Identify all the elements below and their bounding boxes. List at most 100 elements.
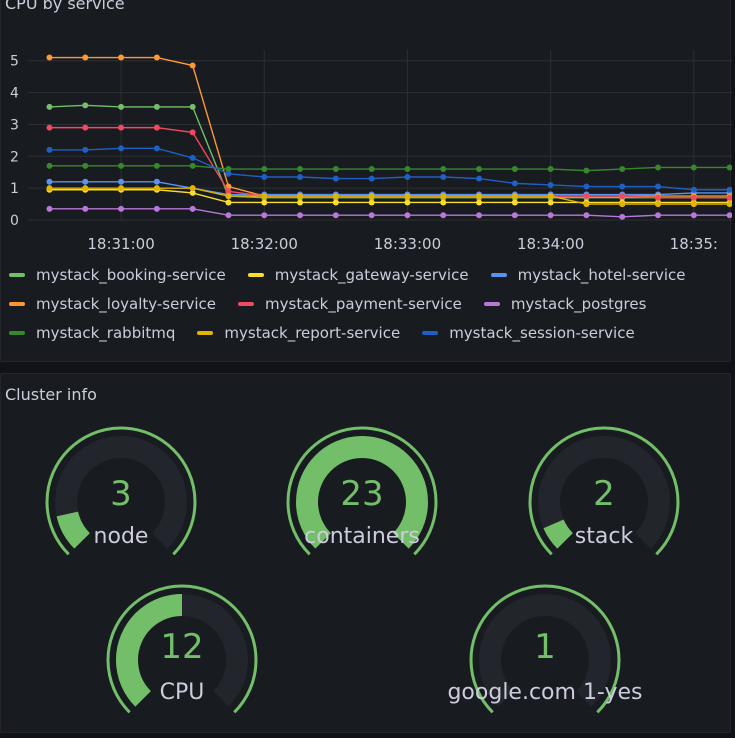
- data-point[interactable]: [46, 103, 53, 110]
- data-point[interactable]: [189, 103, 196, 110]
- data-point[interactable]: [404, 193, 411, 200]
- data-point[interactable]: [153, 54, 160, 61]
- data-point[interactable]: [118, 162, 125, 169]
- data-point[interactable]: [332, 166, 339, 173]
- data-point[interactable]: [655, 183, 662, 190]
- data-point[interactable]: [225, 193, 232, 200]
- data-point[interactable]: [511, 212, 518, 219]
- data-point[interactable]: [655, 194, 662, 201]
- data-point[interactable]: [619, 183, 626, 190]
- data-point[interactable]: [118, 103, 125, 110]
- data-point[interactable]: [153, 185, 160, 192]
- series-mystack_rabbitmq[interactable]: [46, 162, 732, 174]
- data-point[interactable]: [189, 129, 196, 136]
- data-point[interactable]: [619, 193, 626, 200]
- data-point[interactable]: [690, 212, 697, 219]
- data-point[interactable]: [511, 166, 518, 173]
- data-point[interactable]: [189, 205, 196, 212]
- data-point[interactable]: [619, 201, 626, 208]
- legend-item[interactable]: mystack_hotel-service: [490, 266, 686, 284]
- data-point[interactable]: [368, 166, 375, 173]
- data-point[interactable]: [440, 199, 447, 206]
- data-point[interactable]: [189, 62, 196, 69]
- data-point[interactable]: [332, 199, 339, 206]
- data-point[interactable]: [583, 201, 590, 208]
- data-point[interactable]: [82, 146, 89, 153]
- data-point[interactable]: [476, 199, 483, 206]
- data-point[interactable]: [118, 124, 125, 131]
- data-point[interactable]: [153, 162, 160, 169]
- data-point[interactable]: [547, 212, 554, 219]
- data-point[interactable]: [655, 164, 662, 171]
- data-point[interactable]: [46, 205, 53, 212]
- data-point[interactable]: [189, 162, 196, 169]
- data-point[interactable]: [261, 212, 268, 219]
- data-point[interactable]: [297, 166, 304, 173]
- data-point[interactable]: [46, 146, 53, 153]
- data-point[interactable]: [440, 212, 447, 219]
- data-point[interactable]: [583, 167, 590, 174]
- data-point[interactable]: [332, 212, 339, 219]
- data-point[interactable]: [46, 162, 53, 169]
- data-point[interactable]: [511, 193, 518, 200]
- gauge-google[interactable]: 1 google.com 1-yes: [447, 582, 643, 738]
- data-point[interactable]: [547, 166, 554, 173]
- gauge-cpu[interactable]: 12 CPU: [104, 582, 260, 738]
- data-point[interactable]: [547, 199, 554, 206]
- data-point[interactable]: [225, 212, 232, 219]
- data-point[interactable]: [46, 185, 53, 192]
- data-point[interactable]: [261, 174, 268, 180]
- data-point[interactable]: [690, 186, 697, 193]
- data-point[interactable]: [404, 199, 411, 206]
- data-point[interactable]: [261, 166, 268, 173]
- data-point[interactable]: [583, 193, 590, 200]
- data-point[interactable]: [82, 162, 89, 169]
- data-point[interactable]: [82, 185, 89, 192]
- data-point[interactable]: [404, 166, 411, 173]
- legend-item[interactable]: mystack_gateway-service: [247, 266, 469, 284]
- data-point[interactable]: [440, 174, 447, 180]
- data-point[interactable]: [547, 193, 554, 200]
- gauge-node[interactable]: 3 node: [43, 424, 199, 580]
- gauge-containers[interactable]: 23 containers: [284, 424, 440, 580]
- data-point[interactable]: [225, 170, 232, 177]
- data-point[interactable]: [297, 199, 304, 206]
- data-point[interactable]: [404, 212, 411, 219]
- data-point[interactable]: [261, 193, 268, 200]
- data-point[interactable]: [82, 124, 89, 131]
- data-point[interactable]: [690, 194, 697, 201]
- data-point[interactable]: [404, 174, 411, 180]
- data-point[interactable]: [368, 212, 375, 219]
- data-point[interactable]: [118, 205, 125, 212]
- data-point[interactable]: [583, 183, 590, 190]
- data-point[interactable]: [368, 193, 375, 200]
- data-point[interactable]: [153, 124, 160, 131]
- data-point[interactable]: [368, 199, 375, 206]
- series-mystack_postgres[interactable]: [46, 205, 732, 220]
- series-line[interactable]: [49, 56, 730, 197]
- series-line[interactable]: [49, 208, 730, 218]
- data-point[interactable]: [297, 212, 304, 219]
- panel-title[interactable]: CPU by service: [5, 0, 125, 13]
- legend-item[interactable]: mystack_postgres: [483, 295, 646, 313]
- data-point[interactable]: [153, 145, 160, 152]
- legend-item[interactable]: mystack_loyalty-service: [9, 295, 216, 313]
- data-point[interactable]: [153, 205, 160, 212]
- data-point[interactable]: [118, 54, 125, 61]
- data-point[interactable]: [476, 166, 483, 173]
- data-point[interactable]: [118, 178, 125, 185]
- data-point[interactable]: [189, 154, 196, 161]
- data-point[interactable]: [82, 205, 89, 212]
- data-point[interactable]: [189, 185, 196, 192]
- data-point[interactable]: [261, 199, 268, 206]
- legend-item[interactable]: mystack_session-service: [422, 324, 635, 342]
- data-point[interactable]: [476, 193, 483, 200]
- data-point[interactable]: [690, 164, 697, 171]
- data-point[interactable]: [476, 212, 483, 219]
- data-point[interactable]: [547, 181, 554, 188]
- data-point[interactable]: [225, 199, 232, 206]
- gauge-stack[interactable]: 2 stack: [526, 424, 682, 580]
- data-point[interactable]: [297, 174, 304, 180]
- data-point[interactable]: [440, 193, 447, 200]
- series-line[interactable]: [49, 165, 730, 172]
